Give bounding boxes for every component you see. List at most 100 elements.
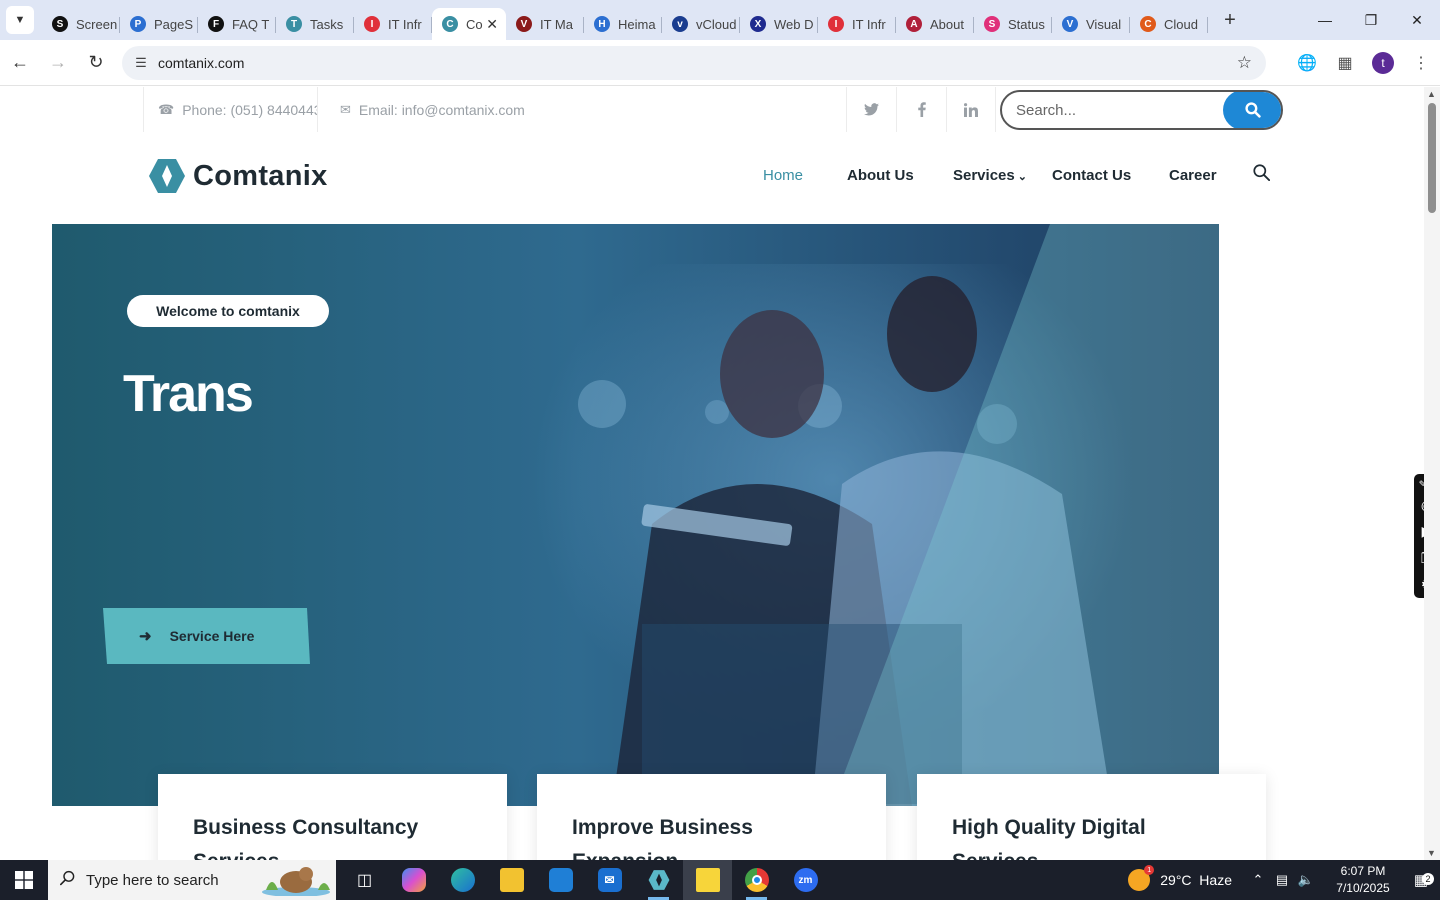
tab-favicon-icon: C: [442, 16, 458, 32]
weather-widget[interactable]: 1 29°C Haze: [1128, 865, 1232, 891]
forward-button[interactable]: →: [40, 45, 76, 81]
browser-tab[interactable]: H Heima: [584, 8, 662, 40]
close-tab-icon[interactable]: ✕: [486, 16, 498, 33]
browser-tab[interactable]: C Cloud: [1130, 8, 1208, 40]
taskbar-apps: ◫ ✉ zm: [340, 860, 830, 900]
service-card-expansion[interactable]: Improve Business Expansion: [537, 774, 886, 860]
network-icon[interactable]: ▤: [1270, 872, 1294, 888]
browser-tab[interactable]: T Tasks: [276, 8, 354, 40]
tab-label: About: [930, 16, 964, 32]
restore-button[interactable]: ❐: [1348, 0, 1394, 40]
page-scrollbar[interactable]: ▲ ▼: [1424, 87, 1440, 860]
minimize-button[interactable]: —: [1302, 0, 1348, 40]
service-card-digital[interactable]: High Quality Digital Services: [917, 774, 1266, 860]
browser-tab[interactable]: F FAQ T: [198, 8, 276, 40]
phone-info[interactable]: ☎ Phone: (051) 8440443: [143, 87, 318, 132]
site-logo[interactable]: Comtanix: [148, 158, 328, 194]
scroll-down-icon[interactable]: ▼: [1427, 848, 1436, 858]
service-here-button[interactable]: ➜ Service Here: [103, 608, 310, 664]
search-icon[interactable]: [1253, 164, 1271, 186]
tab-label: Screen: [76, 16, 118, 32]
facebook-icon[interactable]: [896, 87, 946, 132]
browser-tab[interactable]: V Visual: [1052, 8, 1130, 40]
search-highlight-illustration-icon: [262, 867, 330, 896]
browser-tab[interactable]: I IT Infr: [818, 8, 896, 40]
browser-tab[interactable]: S Screen: [42, 8, 120, 40]
tab-label: FAQ T: [232, 16, 270, 32]
tab-label: IT Infr: [852, 16, 886, 32]
hero-banner: Welcome to comtanix Trans ➜ Service Here: [52, 224, 1219, 806]
browser-tab[interactable]: I IT Infr: [354, 8, 432, 40]
sticky-notes-icon[interactable]: [683, 860, 732, 900]
system-clock[interactable]: 6:07 PM 7/10/2025: [1324, 863, 1402, 897]
bookmark-star-icon[interactable]: ☆: [1237, 53, 1252, 73]
address-bar[interactable]: ☰ comtanix.com ☆: [122, 46, 1266, 80]
email-info[interactable]: ✉ Email: info@comtanix.com: [340, 87, 525, 132]
task-view-icon[interactable]: ◫: [340, 860, 389, 900]
copilot-icon[interactable]: [389, 860, 438, 900]
close-window-button[interactable]: ✕: [1394, 0, 1440, 40]
comtanix-app-icon[interactable]: [634, 860, 683, 900]
taskbar-search[interactable]: [48, 860, 336, 900]
notification-center-icon[interactable]: ▦ 2: [1402, 871, 1440, 889]
back-button[interactable]: ←: [2, 45, 38, 81]
show-hidden-icons-chevron-up-icon[interactable]: ⌃: [1246, 872, 1270, 888]
tab-label: vCloud: [696, 16, 737, 32]
tab-label: IT Ma: [540, 16, 573, 32]
menu-item-career[interactable]: Career: [1169, 167, 1217, 184]
browser-tab[interactable]: A About: [896, 8, 974, 40]
chrome-browser-icon[interactable]: [732, 860, 781, 900]
service-card-consultancy[interactable]: Business Consultancy Services: [158, 774, 507, 860]
site-settings-icon[interactable]: ☰: [126, 55, 156, 71]
site-search-button[interactable]: [1223, 92, 1281, 128]
phone-text: Phone: (051) 8440443: [182, 101, 317, 118]
address-url[interactable]: comtanix.com: [158, 55, 244, 71]
reload-button[interactable]: ↻: [78, 45, 114, 81]
taskbar-search-input[interactable]: [86, 871, 256, 889]
zoom-app-icon[interactable]: zm: [781, 860, 830, 900]
scroll-up-icon[interactable]: ▲: [1427, 89, 1436, 99]
chevron-down-icon[interactable]: ▼: [6, 6, 34, 34]
tab-favicon-icon: A: [906, 16, 922, 32]
card-title: Improve Business Expansion: [572, 816, 753, 860]
microsoft-store-icon[interactable]: [536, 860, 585, 900]
tab-favicon-icon: S: [52, 16, 68, 32]
profile-avatar[interactable]: t: [1364, 46, 1402, 80]
mail-icon[interactable]: ✉: [585, 860, 634, 900]
browser-tab[interactable]: S Status: [974, 8, 1052, 40]
twitter-icon[interactable]: [846, 87, 896, 132]
new-tab-button[interactable]: +: [1216, 6, 1244, 34]
translate-icon[interactable]: 🌐: [1288, 46, 1326, 80]
notification-count: 2: [1422, 873, 1434, 885]
menu-item-home[interactable]: Home: [763, 167, 803, 184]
browser-tab[interactable]: V IT Ma: [506, 8, 584, 40]
tab-favicon-icon: H: [594, 16, 610, 32]
windows-start-button[interactable]: [0, 860, 48, 900]
top-info-bar: ☎ Phone: (051) 8440443 ✉ Email: info@com…: [143, 87, 1283, 132]
search-icon: [1245, 102, 1261, 118]
browser-menu-icon[interactable]: ⋮: [1402, 46, 1440, 80]
site-search-input[interactable]: [1016, 101, 1216, 119]
tab-label: Cloud: [1164, 16, 1198, 32]
card-title: Business Consultancy Services: [193, 816, 419, 860]
browser-tab[interactable]: P PageS: [120, 8, 198, 40]
tab-favicon-icon: F: [208, 16, 224, 32]
extensions-icon[interactable]: ▦: [1326, 46, 1364, 80]
scroll-thumb[interactable]: [1428, 103, 1436, 213]
menu-item-services-label: Services: [953, 167, 1015, 184]
windows-logo-icon: [15, 871, 33, 889]
email-text: Email: info@comtanix.com: [358, 101, 525, 118]
menu-item-about-us[interactable]: About Us: [847, 167, 914, 184]
chevron-down-icon: ⌄: [1017, 171, 1027, 183]
browser-tab[interactable]: v vCloud: [662, 8, 740, 40]
edge-browser-icon[interactable]: [438, 860, 487, 900]
browser-tab[interactable]: C Co ✕: [432, 8, 506, 40]
menu-item-contact-us[interactable]: Contact Us: [1052, 167, 1131, 184]
menu-item-services[interactable]: Services ⌄: [953, 167, 1027, 184]
tab-favicon-icon: I: [364, 16, 380, 32]
linkedin-icon[interactable]: [946, 87, 996, 132]
weather-badge: 1: [1144, 865, 1155, 875]
volume-icon[interactable]: 🔈: [1294, 872, 1318, 888]
file-explorer-icon[interactable]: [487, 860, 536, 900]
browser-tab[interactable]: X Web D: [740, 8, 818, 40]
